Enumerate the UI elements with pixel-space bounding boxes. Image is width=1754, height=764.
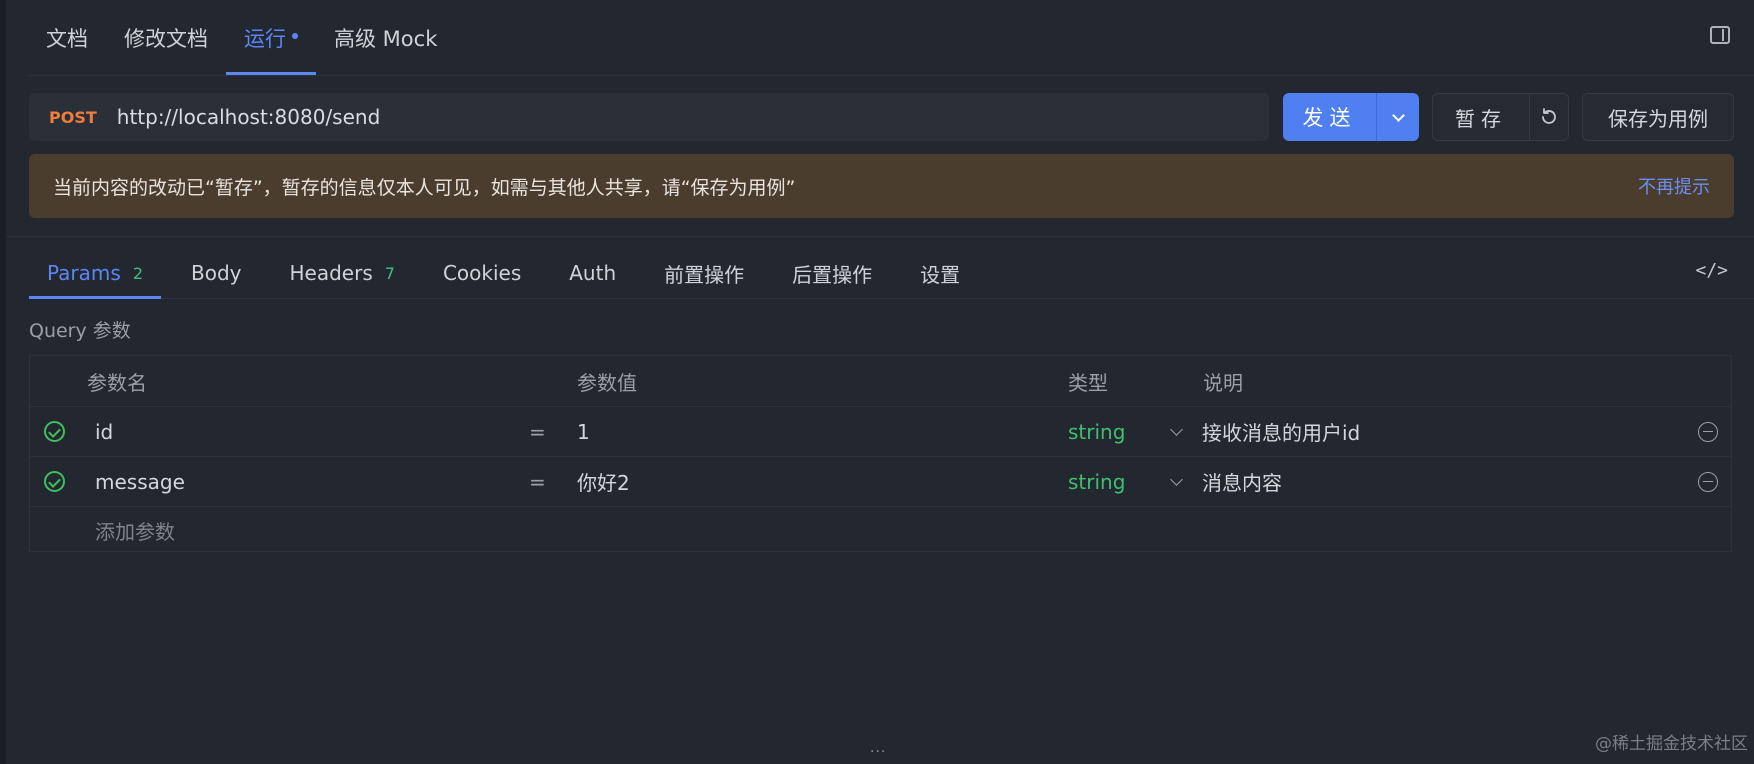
- tab-headers-label: Headers: [289, 261, 373, 285]
- tab-run-label: 运行: [244, 26, 286, 51]
- tab-advanced-mock-label: 高级 Mock: [334, 26, 438, 51]
- send-button[interactable]: 发送: [1283, 93, 1377, 141]
- method-label[interactable]: POST: [49, 108, 97, 127]
- tab-docs-label: 文档: [46, 26, 88, 51]
- params-count-badge: 2: [132, 263, 143, 283]
- table-row: id = 1 string 接收消息的用户id: [30, 407, 1731, 457]
- divider: [6, 236, 1754, 237]
- col-header-name: 参数名: [87, 370, 147, 395]
- reset-button[interactable]: [1530, 94, 1568, 140]
- url-bar: POST: [29, 93, 1269, 141]
- param-type[interactable]: string: [1068, 407, 1125, 456]
- tab-auth[interactable]: Auth: [551, 248, 634, 298]
- resize-handle[interactable]: ···: [870, 744, 886, 760]
- equals-sign: =: [529, 419, 546, 444]
- tab-settings-label: 设置: [920, 262, 961, 287]
- temp-save-group: 暂存: [1432, 93, 1569, 141]
- tab-params-label: Params: [47, 261, 121, 285]
- reset-icon: [1542, 108, 1556, 124]
- param-type[interactable]: string: [1068, 457, 1125, 506]
- col-header-desc: 说明: [1203, 370, 1243, 395]
- tab-body[interactable]: Body: [173, 248, 260, 298]
- table-row: message = 你好2 string 消息内容: [30, 457, 1731, 507]
- tab-settings[interactable]: 设置: [902, 248, 978, 298]
- tab-headers[interactable]: Headers 7: [272, 248, 413, 298]
- param-value[interactable]: 1: [577, 407, 590, 456]
- tab-params[interactable]: Params 2: [29, 248, 161, 299]
- col-header-value: 参数值: [577, 370, 637, 395]
- tab-edit-docs-label: 修改文档: [124, 26, 208, 51]
- tab-post-processors[interactable]: 后置操作: [774, 248, 890, 298]
- tab-docs[interactable]: 文档: [28, 0, 106, 75]
- remove-row-icon[interactable]: [1698, 421, 1718, 442]
- chevron-down-icon[interactable]: [1170, 422, 1183, 436]
- notice-text: 当前内容的改动已“暂存”，暂存的信息仅本人可见，如需与其他人共享，请“保存为用例…: [53, 176, 796, 199]
- save-as-case-button[interactable]: 保存为用例: [1582, 93, 1734, 141]
- tab-pre-processors[interactable]: 前置操作: [646, 248, 762, 298]
- top-tab-bar: 文档 修改文档 运行 高级 Mock: [28, 0, 1754, 76]
- send-button-label: 发送: [1302, 106, 1357, 130]
- temp-save-button[interactable]: 暂存: [1433, 94, 1530, 140]
- tab-post-processors-label: 后置操作: [792, 262, 873, 287]
- temp-save-notice: 当前内容的改动已“暂存”，暂存的信息仅本人可见，如需与其他人共享，请“保存为用例…: [29, 154, 1734, 218]
- chevron-down-icon[interactable]: [1170, 472, 1183, 486]
- notice-dismiss-link[interactable]: 不再提示: [1638, 173, 1710, 199]
- add-param-placeholder[interactable]: 添加参数: [95, 507, 175, 553]
- send-button-group: 发送: [1283, 93, 1419, 141]
- code-icon[interactable]: </>: [1695, 260, 1728, 281]
- headers-count-badge: 7: [384, 263, 395, 283]
- remove-row-icon[interactable]: [1698, 471, 1718, 492]
- watermark: @稀土掘金技术社区: [1595, 734, 1748, 754]
- param-name[interactable]: id: [95, 407, 113, 456]
- equals-sign: =: [529, 469, 546, 494]
- param-desc[interactable]: 消息内容: [1202, 457, 1282, 506]
- tab-cookies[interactable]: Cookies: [425, 248, 539, 298]
- request-tab-bar: Params 2 Body Headers 7 Cookies Auth 前置操作 …: [29, 248, 1754, 299]
- left-edge: [0, 0, 6, 764]
- param-name[interactable]: message: [95, 457, 185, 506]
- table-header: 参数名 参数值 类型 说明: [30, 356, 1731, 407]
- tab-run[interactable]: 运行: [226, 0, 316, 75]
- tab-advanced-mock[interactable]: 高级 Mock: [316, 0, 455, 75]
- tab-body-label: Body: [191, 261, 242, 285]
- unsaved-dot-icon: [292, 32, 298, 39]
- query-params-table: 参数名 参数值 类型 说明 id = 1 string 接收消息的用户id me…: [29, 355, 1732, 552]
- tab-auth-label: Auth: [569, 261, 617, 285]
- param-value[interactable]: 你好2: [577, 457, 630, 506]
- param-desc[interactable]: 接收消息的用户id: [1202, 407, 1360, 456]
- tab-edit-docs[interactable]: 修改文档: [106, 0, 226, 75]
- send-dropdown-button[interactable]: [1377, 93, 1419, 141]
- tab-pre-processors-label: 前置操作: [664, 262, 745, 287]
- enabled-check-icon[interactable]: [44, 421, 65, 442]
- chevron-down-icon: [1391, 108, 1405, 122]
- url-input[interactable]: [114, 104, 1199, 130]
- temp-save-label: 暂存: [1455, 106, 1507, 131]
- enabled-check-icon[interactable]: [44, 471, 65, 492]
- add-param-row[interactable]: 添加参数: [30, 507, 1731, 553]
- tab-cookies-label: Cookies: [442, 261, 522, 285]
- save-as-case-label: 保存为用例: [1608, 106, 1708, 131]
- panel-toggle-icon[interactable]: [1710, 26, 1730, 44]
- query-section-label: Query 参数: [29, 320, 131, 342]
- col-header-type: 类型: [1068, 370, 1108, 395]
